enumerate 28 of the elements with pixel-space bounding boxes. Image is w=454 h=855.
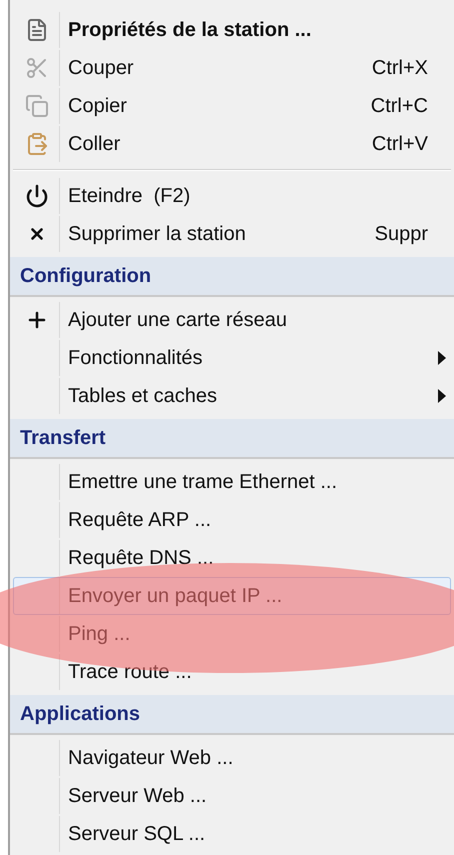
menu-item[interactable]: Supprimer la station Suppr xyxy=(13,215,451,253)
menu-item[interactable]: Serveur SQL ... xyxy=(13,815,451,853)
menu-item[interactable]: Serveur Web ... xyxy=(13,777,451,815)
menu-item[interactable]: Navigateur Web ... xyxy=(13,739,451,777)
power-icon xyxy=(24,184,48,208)
submenu-arrow-icon xyxy=(438,351,446,365)
menu-item[interactable]: Tables et caches xyxy=(13,377,451,415)
section-header: Configuration xyxy=(10,257,454,297)
menu-item[interactable]: Couper Ctrl+X xyxy=(13,49,451,87)
menu-item[interactable]: Fonctionnalités xyxy=(13,339,451,377)
menu-item[interactable]: Eteindre (F2) xyxy=(13,177,451,215)
menu-item[interactable]: Coller Ctrl+V xyxy=(13,125,451,163)
scissors-icon xyxy=(24,56,48,80)
shortcut-label: Ctrl+V xyxy=(372,132,429,157)
menu-item[interactable]: Requête ARP ... xyxy=(13,501,451,539)
shortcut-label: Ctrl+X xyxy=(372,56,429,81)
section-header: Applications xyxy=(10,695,454,735)
menu-item[interactable]: Trace route ... xyxy=(13,653,451,691)
menu-item[interactable]: Ajouter une carte réseau xyxy=(13,301,451,339)
menu-item[interactable]: Emettre une trame Ethernet ... xyxy=(13,463,451,501)
menu-item[interactable]: Requête DNS ... xyxy=(13,539,451,577)
copy-icon xyxy=(24,94,48,118)
menu-item[interactable]: Propriétés de la station ... xyxy=(13,11,451,49)
menu-item[interactable]: Copier Ctrl+C xyxy=(13,87,451,125)
shortcut-label: Ctrl+C xyxy=(370,94,429,119)
submenu-arrow-icon xyxy=(438,389,446,403)
shortcut-label: Suppr xyxy=(374,222,429,247)
section-header: Transfert xyxy=(10,419,454,459)
